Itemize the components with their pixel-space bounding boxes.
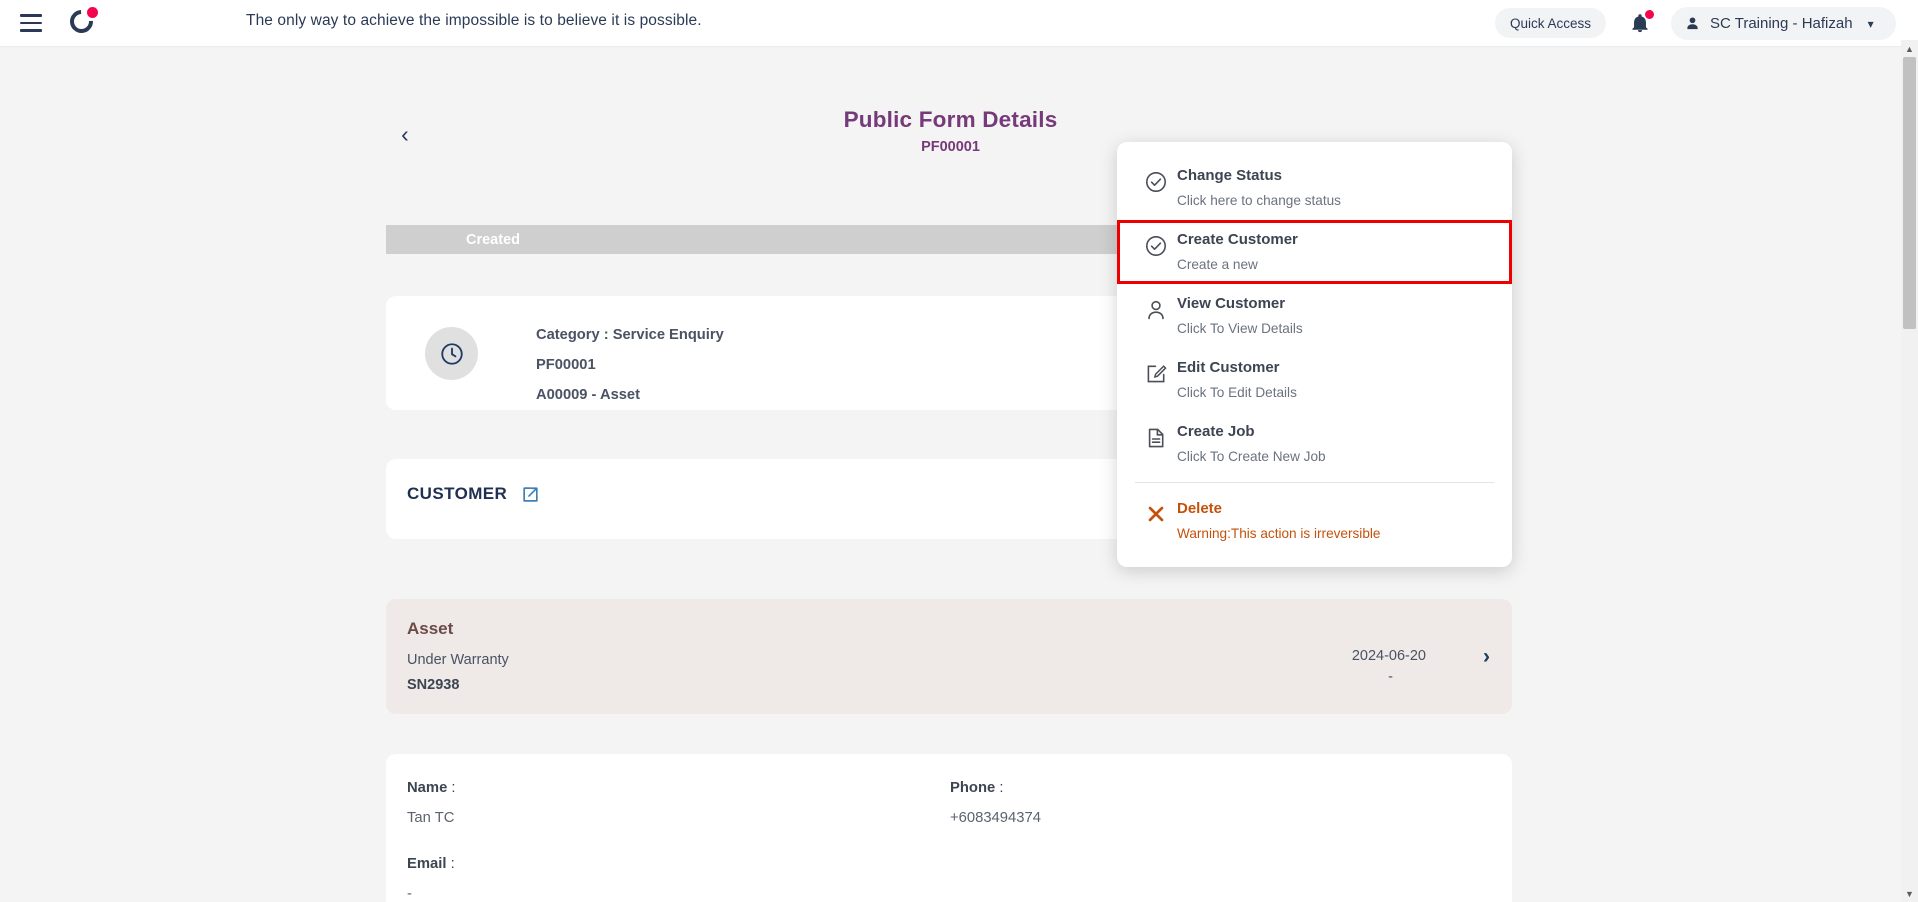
customer-details-card: Name : Tan TC Phone : +6083494374 Email … <box>386 754 1512 902</box>
menu-item-title: View Customer <box>1177 295 1286 312</box>
menu-item-create-customer[interactable]: Create Customer Create a new <box>1117 220 1512 284</box>
asset-serial-number: SN2938 <box>407 677 460 693</box>
menu-item-edit-customer[interactable]: Edit Customer Click To Edit Details <box>1117 348 1512 412</box>
asset-expand-chevron-icon[interactable]: › <box>1483 645 1490 669</box>
asset-date: 2024-06-20 <box>1351 648 1426 664</box>
menu-divider <box>1135 482 1494 483</box>
customer-section-title: CUSTOMER <box>407 484 508 503</box>
menu-item-title: Create Job <box>1177 423 1255 440</box>
field-email-label: Email <box>407 856 447 872</box>
asset-secondary-value: - <box>1388 669 1393 685</box>
page-scrollbar[interactable]: ▲ ▼ <box>1901 40 1918 902</box>
document-icon <box>1135 422 1177 450</box>
menu-item-change-status[interactable]: Change Status Click here to change statu… <box>1117 156 1512 220</box>
menu-item-title: Create Customer <box>1177 231 1298 248</box>
asset-card[interactable]: Asset Under Warranty SN2938 2024-06-20 -… <box>386 599 1512 714</box>
top-navigation-bar: The only way to achieve the impossible i… <box>0 0 1918 47</box>
menu-item-subtitle: Create a new <box>1177 257 1258 272</box>
external-link-icon[interactable] <box>521 485 540 504</box>
form-info-lines: Category : Service Enquiry PF00001 A0000… <box>536 320 724 410</box>
menu-item-subtitle: Click To Create New Job <box>1177 449 1326 464</box>
user-account-menu[interactable]: SC Training - Hafizah ▾ <box>1671 7 1896 40</box>
field-name-label: Name <box>407 780 448 796</box>
menu-item-title: Change Status <box>1177 167 1283 184</box>
user-icon <box>1135 294 1177 322</box>
quick-access-label: Quick Access <box>1509 15 1591 31</box>
check-circle-icon <box>1135 230 1177 258</box>
page-title: Public Form Details <box>843 107 1058 132</box>
notification-bell-button[interactable] <box>1625 8 1655 38</box>
brand-logo-icon[interactable] <box>62 3 102 43</box>
info-line-asset: A00009 - Asset <box>536 387 640 403</box>
user-avatar-icon <box>1687 17 1698 30</box>
info-line-category: Category : Service Enquiry <box>536 327 724 343</box>
asset-warranty-status: Under Warranty <box>407 652 509 668</box>
clock-icon <box>425 327 478 380</box>
asset-title: Asset <box>407 619 454 638</box>
scrollbar-thumb[interactable] <box>1903 57 1916 329</box>
edit-square-icon <box>1135 358 1177 386</box>
page-subtitle-reference: PF00001 <box>921 139 980 155</box>
menu-item-subtitle: Click here to change status <box>1177 193 1341 208</box>
info-line-reference: PF00001 <box>536 357 596 373</box>
page-content: ‹ Public Form Details PF00001 Created Ca… <box>0 47 1901 902</box>
field-name-value: Tan TC <box>407 810 455 826</box>
field-phone: Phone : +6083494374 <box>950 780 1041 826</box>
notification-badge <box>1645 10 1654 19</box>
menu-item-view-customer[interactable]: View Customer Click To View Details <box>1117 284 1512 348</box>
hamburger-menu-icon[interactable] <box>14 6 48 40</box>
field-name: Name : Tan TC <box>407 780 456 826</box>
scrollbar-up-arrow[interactable]: ▲ <box>1901 40 1918 57</box>
menu-item-title: Delete <box>1177 500 1223 517</box>
field-phone-value: +6083494374 <box>950 810 1041 826</box>
motivational-quote: The only way to achieve the impossible i… <box>246 12 702 29</box>
menu-item-create-job[interactable]: Create Job Click To Create New Job <box>1117 412 1512 476</box>
scrollbar-down-arrow[interactable]: ▼ <box>1901 885 1918 902</box>
menu-item-subtitle: Click To Edit Details <box>1177 385 1297 400</box>
field-phone-label: Phone <box>950 780 996 796</box>
menu-item-subtitle: Click To View Details <box>1177 321 1303 336</box>
status-label: Created <box>466 231 520 248</box>
menu-item-delete[interactable]: Delete Warning:This action is irreversib… <box>1117 489 1512 553</box>
quick-access-button[interactable]: Quick Access <box>1494 8 1606 38</box>
actions-dropdown-menu: Change Status Click here to change statu… <box>1117 142 1512 567</box>
check-circle-icon <box>1135 166 1177 194</box>
user-name-label: SC Training - Hafizah <box>1710 15 1853 32</box>
field-email: Email : - <box>407 856 455 902</box>
menu-item-title: Edit Customer <box>1177 359 1280 376</box>
x-mark-icon <box>1135 499 1177 525</box>
chevron-down-icon: ▾ <box>1867 16 1874 31</box>
menu-item-subtitle: Warning:This action is irreversible <box>1177 526 1381 541</box>
field-email-value: - <box>407 886 412 902</box>
